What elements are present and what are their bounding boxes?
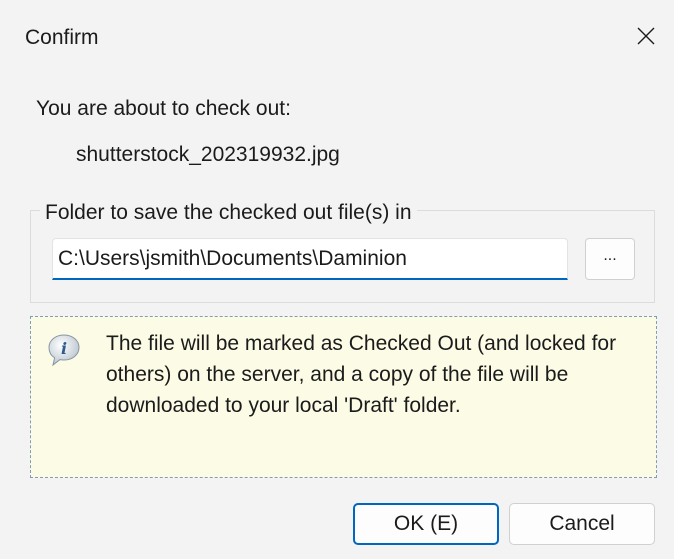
cancel-button[interactable]: Cancel bbox=[509, 503, 655, 545]
title-bar: Confirm bbox=[0, 0, 674, 72]
close-icon bbox=[637, 27, 655, 45]
checkout-filename: shutterstock_202319932.jpg bbox=[76, 143, 340, 166]
close-button[interactable] bbox=[628, 18, 664, 54]
browse-folder-button[interactable]: ... bbox=[585, 238, 635, 280]
ok-button[interactable]: OK (E) bbox=[353, 503, 499, 545]
folder-group-label: Folder to save the checked out file(s) i… bbox=[40, 201, 417, 225]
confirm-dialog: Confirm You are about to check out: shut… bbox=[0, 0, 674, 559]
checkout-intro-text: You are about to check out: bbox=[36, 97, 291, 120]
folder-path-input[interactable] bbox=[52, 238, 568, 280]
dialog-title: Confirm bbox=[25, 26, 99, 49]
info-message: The file will be marked as Checked Out (… bbox=[106, 332, 617, 417]
svg-text:i: i bbox=[61, 339, 67, 358]
info-icon: i bbox=[48, 334, 80, 367]
